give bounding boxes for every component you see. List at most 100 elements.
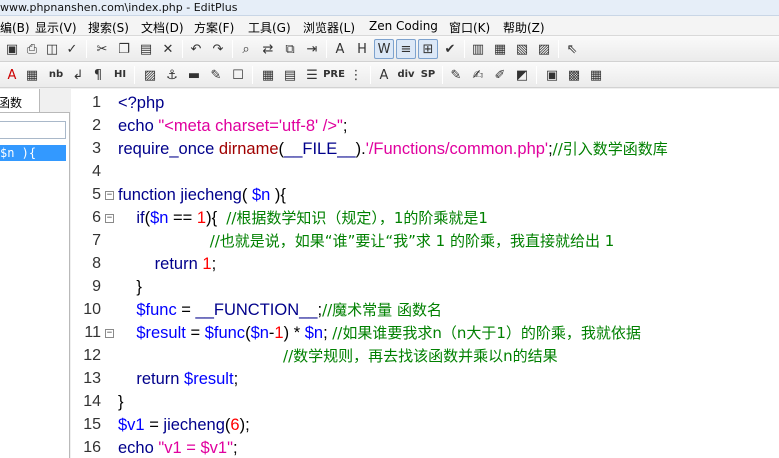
menu-document[interactable]: 文档(D): [141, 19, 184, 36]
code-token: 1: [196, 209, 207, 227]
code-line[interactable]: return $result;: [118, 368, 238, 391]
bold-icon[interactable]: A: [374, 65, 394, 85]
code-line[interactable]: }: [118, 391, 124, 414]
redo-icon[interactable]: ↷: [208, 39, 228, 59]
code-area[interactable]: <?php echo "<meta charset='utf-8' />"; req…: [118, 89, 779, 458]
script-icon[interactable]: ✍: [468, 65, 488, 85]
directory-icon[interactable]: ▧: [512, 39, 532, 59]
function-filter-input[interactable]: [0, 121, 66, 139]
code-line[interactable]: //也就是说，如果“谁”要让“我”求 1 的阶乘，我直接就给出 1: [118, 230, 615, 253]
marker-icon[interactable]: ✐: [490, 65, 510, 85]
window-list-icon[interactable]: ▥: [468, 39, 488, 59]
colors-icon[interactable]: ▦: [586, 65, 606, 85]
paragraph-icon[interactable]: ¶: [88, 65, 108, 85]
menu-project[interactable]: 方案(F): [194, 19, 234, 36]
menu-window[interactable]: 窗口(K): [449, 19, 490, 36]
code-token: ;: [232, 439, 238, 457]
line-break-icon[interactable]: ↲: [68, 65, 88, 85]
title-bar: www.phpnanshen.com\index.php - EditPlus: [0, 0, 779, 16]
code-line[interactable]: echo "<meta charset='utf-8' />";: [118, 115, 347, 138]
function-list-tab[interactable]: 函数: [0, 89, 40, 113]
edit-icon[interactable]: ✎: [206, 65, 226, 85]
code-token: //引入数学函数库: [552, 140, 668, 158]
code-line[interactable]: if($n == 1){ //根据数学知识（规定），1的阶乘就是1: [118, 207, 488, 230]
style-icon[interactable]: ✎: [446, 65, 466, 85]
code-token: //数学规则，再去找该函数并乘以n的结果: [283, 347, 558, 365]
font-icon[interactable]: A: [330, 39, 350, 59]
heading-button[interactable]: HI: [110, 65, 130, 85]
code-line[interactable]: echo "v1 = $v1";: [118, 437, 238, 458]
goto-line-icon[interactable]: ⇥: [302, 39, 322, 59]
print-icon[interactable]: ⎙: [22, 39, 42, 59]
fold-toggle-icon[interactable]: −: [105, 214, 114, 223]
ruler-icon[interactable]: ⊞: [418, 39, 438, 59]
hex-view-icon[interactable]: H: [352, 39, 372, 59]
word-wrap-icon[interactable]: W: [374, 39, 394, 59]
comment-icon[interactable]: ☐: [228, 65, 248, 85]
menu-tools[interactable]: 工具(G): [248, 19, 291, 36]
menu-view[interactable]: 显示(V): [35, 19, 77, 36]
code-line[interactable]: $v1 = jiecheng(6);: [118, 414, 250, 437]
align-icon[interactable]: ☰: [302, 65, 322, 85]
list-icon[interactable]: ⋮: [346, 65, 366, 85]
code-line[interactable]: <?php: [118, 92, 164, 115]
code-line[interactable]: }: [118, 276, 142, 299]
fold-toggle-icon[interactable]: −: [105, 329, 114, 338]
code-line[interactable]: //数学规则，再去找该函数并乘以n的结果: [118, 345, 558, 368]
line-number-icon[interactable]: ≡: [396, 39, 416, 59]
div-button[interactable]: div: [396, 65, 416, 85]
code-editor[interactable]: 1 2 3 4 5 6 7 8 9 10 11 12 13 14 15 16 − − − <?php echo "<…: [71, 89, 779, 458]
menu-help[interactable]: 帮助(Z): [503, 19, 545, 36]
menu-search[interactable]: 搜索(S): [88, 19, 129, 36]
menu-browser[interactable]: 浏览器(L): [303, 19, 355, 36]
function-list-item[interactable]: $n ){: [0, 145, 66, 161]
delete-icon[interactable]: ✕: [158, 39, 178, 59]
undo-icon[interactable]: ↶: [186, 39, 206, 59]
code-token: $n: [251, 186, 271, 204]
font-color-icon[interactable]: A: [2, 65, 22, 85]
code-token: ;: [342, 117, 348, 135]
copy-icon[interactable]: ❐: [114, 39, 134, 59]
menu-edit[interactable]: 编(B): [0, 19, 30, 36]
toolbar-separator: [464, 40, 465, 58]
span-button[interactable]: SP: [418, 65, 438, 85]
code-token: (: [241, 186, 252, 204]
anchor-icon[interactable]: ⚓: [162, 65, 182, 85]
code-line[interactable]: $func = __FUNCTION__;//魔术常量 函数名: [118, 299, 442, 322]
toolbar-separator: [442, 66, 443, 84]
save-icon[interactable]: ▣: [2, 39, 22, 59]
find-in-files-icon[interactable]: ⧉: [280, 39, 300, 59]
toolbar-separator: [558, 40, 559, 58]
table-icon[interactable]: ▦: [258, 65, 278, 85]
nbsp-button[interactable]: nb: [46, 65, 66, 85]
color-picker-icon[interactable]: ▦: [22, 65, 42, 85]
form-icon[interactable]: ▤: [280, 65, 300, 85]
image-icon[interactable]: ▨: [140, 65, 160, 85]
line-number: 15: [83, 416, 101, 433]
replace-icon[interactable]: ⇄: [258, 39, 278, 59]
code-line[interactable]: require_once dirname(__FILE__).'/Functio…: [118, 138, 668, 161]
cut-icon[interactable]: ✂: [92, 39, 112, 59]
cliptext-icon[interactable]: ▦: [490, 39, 510, 59]
code-token: //也就是说，如果“谁”要让“我”求 1 的阶乘，我直接就给出 1: [209, 232, 615, 250]
spell-icon[interactable]: ✔: [440, 39, 460, 59]
browser-icon[interactable]: ▣: [542, 65, 562, 85]
line-number: 14: [83, 393, 101, 410]
code-line[interactable]: function jiecheng( $n ){: [118, 184, 286, 207]
code-line[interactable]: return 1;: [118, 253, 216, 276]
menu-zen-coding[interactable]: Zen Coding: [369, 19, 438, 33]
spellcheck-icon[interactable]: ✓: [62, 39, 82, 59]
fold-toggle-icon[interactable]: −: [105, 191, 114, 200]
horizontal-rule-icon[interactable]: ▬: [184, 65, 204, 85]
find-icon[interactable]: ⌕: [236, 39, 256, 59]
pre-button[interactable]: PRE: [323, 65, 345, 85]
paste-icon[interactable]: ▤: [136, 39, 156, 59]
output-window-icon[interactable]: ▨: [534, 39, 554, 59]
print-preview-icon[interactable]: ◫: [42, 39, 62, 59]
code-line[interactable]: $result = $func($n-1) * $n; //如果谁要我求n（n大…: [118, 322, 641, 345]
validate-icon[interactable]: ▩: [564, 65, 584, 85]
context-help-icon[interactable]: ⇖: [562, 39, 582, 59]
line-number: 3: [92, 140, 101, 157]
preview-icon[interactable]: ◩: [512, 65, 532, 85]
